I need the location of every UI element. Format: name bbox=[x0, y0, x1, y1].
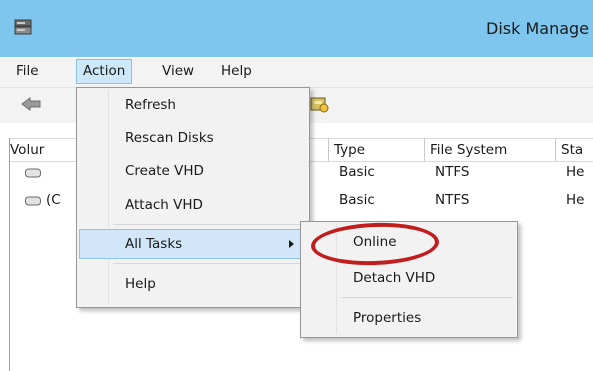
menu-item-label: Refresh bbox=[125, 97, 176, 113]
menu-item-properties[interactable]: Properties bbox=[303, 304, 515, 332]
volume-file-system: NTFS bbox=[435, 164, 470, 180]
menu-item-label: Create VHD bbox=[125, 163, 204, 179]
menu-separator bbox=[113, 263, 303, 264]
title-bar: Disk Manage bbox=[0, 0, 593, 57]
menu-item-all-tasks[interactable]: All Tasks bbox=[79, 229, 307, 259]
column-volume[interactable]: Volur bbox=[10, 139, 70, 161]
menu-item-attach-vhd[interactable]: Attach VHD bbox=[79, 191, 307, 219]
column-status[interactable]: Sta bbox=[555, 139, 593, 161]
menu-item-refresh[interactable]: Refresh bbox=[79, 91, 307, 119]
menu-separator bbox=[113, 224, 303, 225]
volume-type: Basic bbox=[339, 192, 375, 208]
menu-view[interactable]: View bbox=[156, 60, 200, 83]
menu-item-label: Attach VHD bbox=[125, 197, 203, 213]
action-menu: Refresh Rescan Disks Create VHD Attach V… bbox=[76, 87, 310, 308]
drive-icon bbox=[25, 196, 41, 206]
pane-border bbox=[9, 138, 10, 371]
menu-item-label: Help bbox=[125, 276, 156, 292]
volume-status: He bbox=[566, 164, 585, 180]
menu-item-label: Properties bbox=[353, 310, 422, 326]
menu-item-detach-vhd[interactable]: Detach VHD bbox=[303, 264, 515, 292]
volume-type: Basic bbox=[339, 164, 375, 180]
menu-item-create-vhd[interactable]: Create VHD bbox=[79, 157, 307, 185]
menu-item-label: Rescan Disks bbox=[125, 130, 214, 146]
menu-file[interactable]: File bbox=[10, 60, 45, 83]
menu-item-help[interactable]: Help bbox=[79, 270, 307, 298]
column-file-system[interactable]: File System bbox=[424, 139, 550, 161]
menu-item-rescan-disks[interactable]: Rescan Disks bbox=[79, 124, 307, 152]
drive-icon bbox=[25, 168, 41, 178]
menu-action[interactable]: Action bbox=[76, 59, 133, 84]
menu-item-label: Detach VHD bbox=[353, 270, 436, 286]
column-type[interactable]: Type bbox=[328, 139, 420, 161]
menu-item-label: All Tasks bbox=[125, 236, 183, 252]
disk-management-icon bbox=[14, 19, 32, 35]
volume-name: (C bbox=[46, 192, 61, 208]
menu-separator bbox=[341, 297, 513, 298]
volume-status: He bbox=[566, 192, 585, 208]
back-arrow-icon[interactable] bbox=[20, 96, 42, 112]
submenu-arrow-icon bbox=[289, 240, 294, 248]
disk-properties-icon[interactable] bbox=[310, 96, 330, 114]
window-title: Disk Manage bbox=[486, 19, 590, 38]
volume-file-system: NTFS bbox=[435, 192, 470, 208]
menu-bar: File Action View Help bbox=[0, 57, 593, 88]
menu-help[interactable]: Help bbox=[215, 60, 258, 83]
